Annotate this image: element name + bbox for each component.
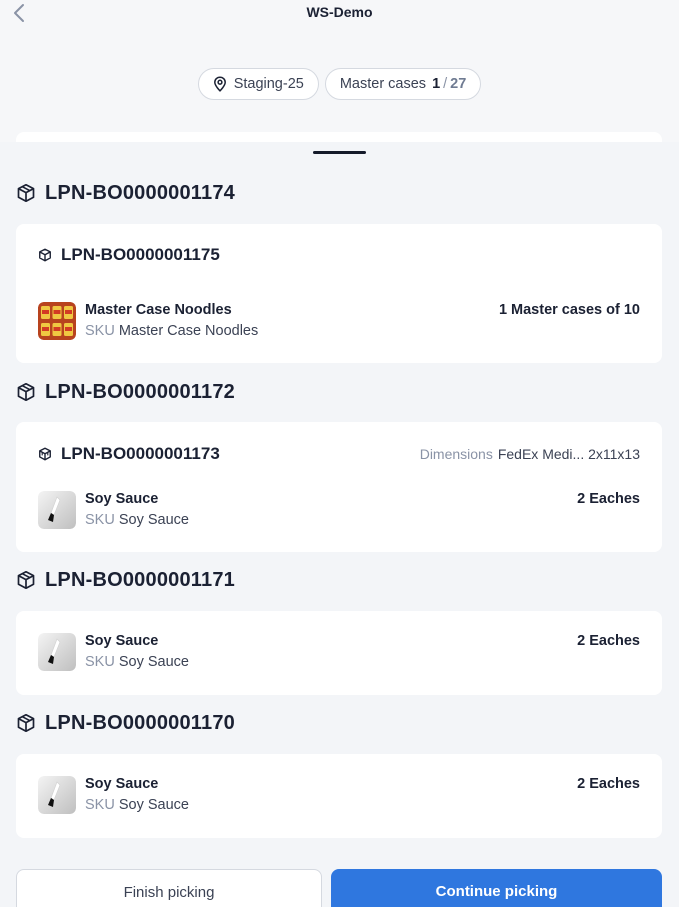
soy-sauce-image-icon	[38, 491, 76, 529]
master-cases-pill[interactable]: Master cases 1 / 27	[324, 68, 482, 100]
sheet-drag-handle[interactable]	[313, 151, 366, 154]
sku-label: SKU	[85, 654, 115, 670]
group-header-lpn: LPN-BO0000001170	[16, 709, 235, 737]
child-lpn-label: LPN-BO0000001175	[61, 245, 220, 264]
location-pill[interactable]: Staging-25	[197, 68, 319, 100]
group-lpn-label: LPN-BO0000001174	[45, 181, 235, 204]
lpn-card[interactable]: Soy Sauce SKU Soy Sauce 2 Eaches	[16, 754, 662, 838]
sku-value: Soy Sauce	[118, 654, 189, 670]
lpn-card[interactable]: LPN-BO0000001175 Master Case Noodles SKU…	[16, 224, 662, 363]
group-lpn-label: LPN-BO0000001170	[45, 711, 235, 734]
list-item[interactable]: Soy Sauce SKU Soy Sauce 2 Eaches	[38, 775, 640, 815]
master-cases-total: 27	[450, 76, 467, 92]
location-label: Staging-25	[233, 76, 304, 92]
dimensions-value: FedEx Medi... 2x11x13	[497, 446, 640, 462]
package-icon	[17, 183, 35, 203]
soy-sauce-thumbnail	[38, 633, 76, 671]
summary-pills: Staging-25 Master cases 1 / 27	[0, 68, 679, 100]
master-cases-done: 1	[432, 76, 441, 92]
item-name: Soy Sauce	[85, 776, 159, 792]
dimensions: Dimensions FedEx Medi... 2x11x13	[420, 446, 640, 462]
package-icon	[17, 713, 35, 733]
list-item[interactable]: Master Case Noodles SKU Master Case Noodl…	[38, 301, 640, 341]
package-open-icon	[39, 447, 51, 461]
noodles-thumbnail	[38, 302, 76, 340]
page-title: WS-Demo	[306, 4, 373, 20]
sku-label: SKU	[85, 797, 115, 813]
lpn-card[interactable]: LPN-BO0000001173 Dimensions FedEx Medi...…	[16, 422, 662, 552]
item-quantity: 1 Master cases of 10	[498, 302, 640, 318]
group-lpn-label: LPN-BO0000001172	[45, 380, 235, 403]
soy-sauce-image-icon	[38, 776, 76, 814]
master-cases-separator: /	[443, 76, 448, 92]
list-item[interactable]: Soy Sauce SKU Soy Sauce 2 Eaches	[38, 632, 640, 672]
item-name: Soy Sauce	[85, 491, 159, 507]
group-header-lpn: LPN-BO0000001171	[16, 566, 235, 594]
sku-label: SKU	[85, 323, 115, 339]
item-sku: SKU Master Case Noodles	[85, 323, 258, 339]
item-sku: SKU Soy Sauce	[85, 654, 189, 670]
item-name: Master Case Noodles	[85, 302, 232, 318]
sku-label: SKU	[85, 512, 115, 528]
soy-sauce-thumbnail	[38, 776, 76, 814]
child-lpn-label: LPN-BO0000001173	[61, 444, 220, 463]
item-quantity: 2 Eaches	[577, 776, 640, 792]
list-item[interactable]: Soy Sauce SKU Soy Sauce 2 Eaches	[38, 490, 640, 530]
continue-picking-button[interactable]: Continue picking	[331, 869, 662, 907]
sku-value: Soy Sauce	[118, 512, 189, 528]
item-sku: SKU Soy Sauce	[85, 512, 189, 528]
group-header-lpn: LPN-BO0000001174	[16, 179, 235, 207]
sku-value: Master Case Noodles	[118, 323, 259, 339]
finish-picking-button[interactable]: Finish picking	[16, 869, 322, 907]
group-header-lpn: LPN-BO0000001172	[16, 378, 235, 406]
item-quantity: 2 Eaches	[577, 633, 640, 649]
group-lpn-label: LPN-BO0000001171	[45, 568, 235, 591]
soy-sauce-thumbnail	[38, 491, 76, 529]
master-cases-label: Master cases	[339, 76, 427, 92]
noodles-image-icon	[38, 302, 76, 340]
lpn-card[interactable]: Soy Sauce SKU Soy Sauce 2 Eaches	[16, 611, 662, 695]
picking-screen: WS-Demo Staging-25 Master cases 1 / 27 L…	[0, 0, 679, 907]
soy-sauce-image-icon	[38, 633, 76, 671]
package-icon	[17, 570, 35, 590]
package-icon	[17, 382, 35, 402]
item-sku: SKU Soy Sauce	[85, 797, 189, 813]
package-icon	[39, 248, 51, 262]
location-pin-icon	[213, 76, 227, 92]
child-lpn-row: LPN-BO0000001173	[38, 444, 220, 464]
child-lpn-row: LPN-BO0000001175	[38, 245, 220, 265]
sku-value: Soy Sauce	[118, 797, 189, 813]
item-name: Soy Sauce	[85, 633, 159, 649]
item-quantity: 2 Eaches	[577, 491, 640, 507]
dimensions-label: Dimensions	[419, 446, 493, 462]
